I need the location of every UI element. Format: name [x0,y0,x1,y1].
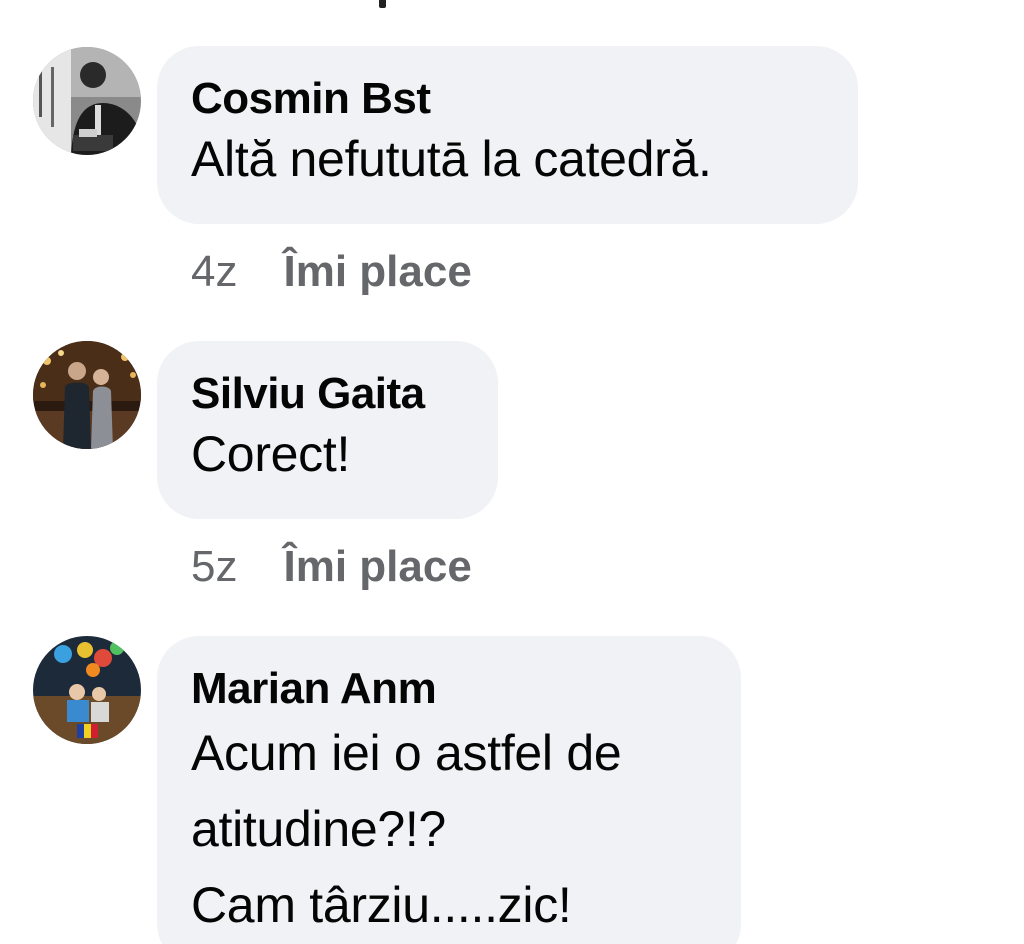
comment-bubble: Silviu Gaita Corect! [157,341,498,519]
comment-text-line: Cam târziu.....zic! [191,877,572,933]
clipped-text-fragment [379,0,386,8]
avatar[interactable] [33,636,141,744]
comment-bubble: Marian Anm Acum iei o astfel de atitudin… [157,636,741,944]
comment-actions: 5z Îmi place [191,537,472,597]
comment-text: Corect! [191,426,351,482]
comment-author[interactable]: Silviu Gaita [191,367,464,421]
comment-timestamp[interactable]: 4z [191,247,237,297]
like-button[interactable]: Îmi place [283,542,471,592]
profile-photo-icon [33,636,141,744]
avatar[interactable] [33,341,141,449]
profile-photo-icon [33,47,141,155]
avatar[interactable] [33,47,141,155]
comment-author[interactable]: Cosmin Bst [191,72,824,126]
comment-text-line: Acum iei o astfel de [191,725,622,781]
like-button[interactable]: Îmi place [283,247,471,297]
comment-bubble: Cosmin Bst Altă nefututā la catedră. [157,46,858,224]
comment-text: Altă nefututā la catedră. [191,131,712,187]
comment-timestamp[interactable]: 5z [191,542,237,592]
comments-screen: Cosmin Bst Altă nefututā la catedră. 4z … [0,0,1024,944]
comment-actions: 4z Îmi place [191,242,472,302]
comment-text-line: atitudine?!? [191,801,446,857]
comment-author[interactable]: Marian Anm [191,662,707,716]
profile-photo-icon [33,341,141,449]
